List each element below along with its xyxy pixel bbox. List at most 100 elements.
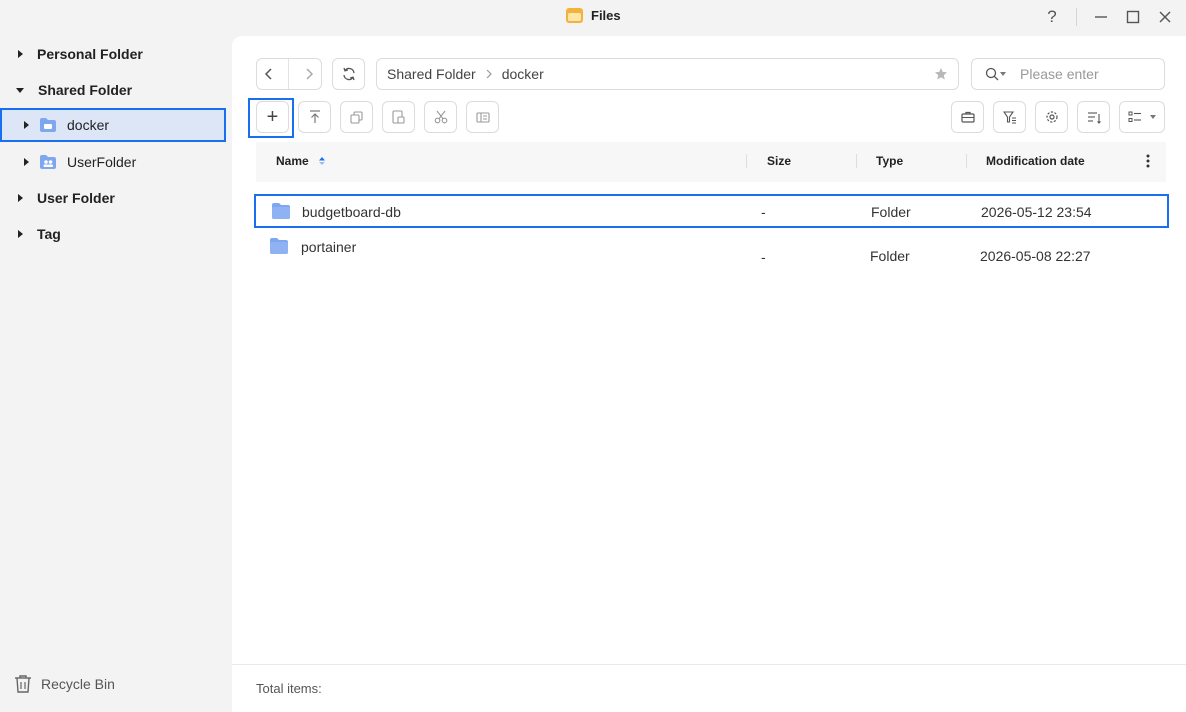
files-app-icon bbox=[566, 8, 583, 23]
column-header-size[interactable]: Size bbox=[767, 154, 791, 168]
search-box[interactable] bbox=[971, 58, 1165, 90]
sidebar-item-label: docker bbox=[67, 117, 110, 133]
window-controls-divider bbox=[1076, 8, 1077, 26]
copy-icon bbox=[350, 110, 363, 124]
sidebar-item-tag[interactable]: Tag bbox=[0, 216, 230, 252]
nav-divider bbox=[288, 59, 290, 89]
breadcrumb-docker[interactable]: docker bbox=[502, 66, 544, 82]
star-icon bbox=[935, 68, 947, 80]
copy-button[interactable] bbox=[340, 101, 373, 133]
column-header-name[interactable]: Name bbox=[276, 154, 326, 168]
gear-icon bbox=[1045, 111, 1058, 123]
recycle-bin-button[interactable]: Recycle Bin bbox=[14, 674, 115, 694]
minimize-icon bbox=[1095, 16, 1107, 18]
sidebar-item-label: Tag bbox=[37, 226, 61, 242]
cut-button[interactable] bbox=[424, 101, 457, 133]
move-icon bbox=[475, 111, 490, 123]
refresh-icon bbox=[342, 67, 355, 81]
column-options-button[interactable] bbox=[1146, 153, 1150, 172]
toolbox-button[interactable] bbox=[951, 101, 984, 133]
caret-right-icon[interactable] bbox=[24, 158, 29, 166]
sidebar-item-label: UserFolder bbox=[67, 154, 137, 170]
search-scope-button[interactable] bbox=[985, 67, 1006, 81]
sort-icon bbox=[1087, 111, 1101, 124]
address-bar[interactable]: Shared Folder docker bbox=[376, 58, 959, 90]
folder-icon bbox=[271, 202, 291, 223]
close-button[interactable] bbox=[1154, 6, 1176, 28]
caret-down-icon[interactable] bbox=[16, 87, 24, 93]
footer-divider bbox=[232, 664, 1186, 665]
new-button[interactable]: + bbox=[256, 101, 289, 133]
move-button[interactable] bbox=[466, 101, 499, 133]
search-input[interactable] bbox=[1018, 65, 1152, 83]
sidebar-item-docker[interactable]: docker bbox=[0, 108, 226, 142]
file-type: Folder bbox=[870, 248, 910, 264]
paste-icon bbox=[392, 110, 405, 124]
minimize-button[interactable] bbox=[1090, 6, 1112, 28]
close-icon bbox=[1159, 11, 1171, 23]
breadcrumb-shared-folder[interactable]: Shared Folder bbox=[387, 66, 476, 82]
total-items: Total items: bbox=[256, 681, 322, 696]
search-icon bbox=[985, 67, 999, 81]
chevron-right-icon bbox=[306, 68, 313, 80]
column-divider bbox=[856, 154, 857, 168]
file-modified: 2026-05-08 22:27 bbox=[980, 248, 1091, 264]
column-header-modified[interactable]: Modification date bbox=[986, 154, 1085, 168]
sort-button[interactable] bbox=[1077, 101, 1110, 133]
table-header: Name Size Type Modification date bbox=[256, 142, 1166, 182]
more-vertical-icon bbox=[1146, 154, 1150, 168]
sidebar-item-label: User Folder bbox=[37, 190, 115, 206]
maximize-icon bbox=[1126, 10, 1140, 24]
filter-button[interactable] bbox=[993, 101, 1026, 133]
column-header-type[interactable]: Type bbox=[876, 154, 903, 168]
column-label: Name bbox=[276, 154, 309, 168]
sidebar-item-shared-folder[interactable]: Shared Folder bbox=[0, 72, 230, 108]
scissors-icon bbox=[434, 110, 447, 124]
window-title: Files bbox=[591, 8, 621, 23]
trash-icon bbox=[15, 675, 31, 693]
filter-icon bbox=[1002, 110, 1016, 123]
favorite-star-button[interactable] bbox=[934, 67, 948, 81]
caret-right-icon[interactable] bbox=[18, 194, 23, 202]
help-button[interactable]: ? bbox=[1041, 6, 1063, 28]
caret-right-icon[interactable] bbox=[24, 121, 29, 129]
caret-down-icon bbox=[1000, 72, 1006, 76]
sidebar-item-personal-folder[interactable]: Personal Folder bbox=[0, 36, 230, 72]
nav-button-group bbox=[256, 58, 322, 90]
sort-ascending-icon bbox=[319, 157, 326, 165]
briefcase-icon bbox=[960, 111, 975, 123]
recycle-bin-label: Recycle Bin bbox=[41, 676, 115, 692]
column-divider bbox=[746, 154, 747, 168]
maximize-button[interactable] bbox=[1122, 6, 1144, 28]
paste-button[interactable] bbox=[382, 101, 415, 133]
caret-down-icon bbox=[1150, 115, 1156, 119]
column-divider bbox=[966, 154, 967, 168]
file-name: portainer bbox=[301, 239, 357, 255]
file-name: budgetboard-db bbox=[302, 204, 401, 220]
caret-right-icon[interactable] bbox=[18, 50, 23, 58]
file-size: - bbox=[761, 249, 766, 265]
users-folder-icon bbox=[39, 154, 57, 170]
view-mode-button[interactable] bbox=[1119, 101, 1165, 133]
upload-icon bbox=[309, 110, 320, 123]
sidebar-item-user-folder[interactable]: User Folder bbox=[0, 180, 230, 216]
list-view-icon bbox=[1128, 111, 1141, 122]
folder-icon bbox=[269, 237, 289, 258]
chevron-left-icon bbox=[265, 68, 272, 80]
forward-button[interactable] bbox=[304, 68, 314, 80]
file-size: - bbox=[761, 204, 766, 220]
file-type: Folder bbox=[871, 204, 911, 220]
upload-button[interactable] bbox=[298, 101, 331, 133]
refresh-button[interactable] bbox=[332, 58, 365, 90]
table-row[interactable]: budgetboard-db - Folder 2026-05-12 23:54 bbox=[254, 194, 1169, 228]
back-button[interactable] bbox=[264, 68, 274, 80]
sidebar-item-userfolder[interactable]: UserFolder bbox=[0, 144, 230, 180]
table-row[interactable]: portainer - Folder 2026-05-08 22:27 bbox=[254, 232, 1169, 272]
file-browser-panel: Shared Folder docker + bbox=[232, 36, 1186, 712]
file-modified: 2026-05-12 23:54 bbox=[981, 204, 1092, 220]
shared-folder-icon bbox=[39, 117, 57, 133]
sidebar-item-label: Personal Folder bbox=[37, 46, 143, 62]
caret-right-icon[interactable] bbox=[18, 230, 23, 238]
sidebar-item-label: Shared Folder bbox=[38, 82, 133, 98]
settings-button[interactable] bbox=[1035, 101, 1068, 133]
